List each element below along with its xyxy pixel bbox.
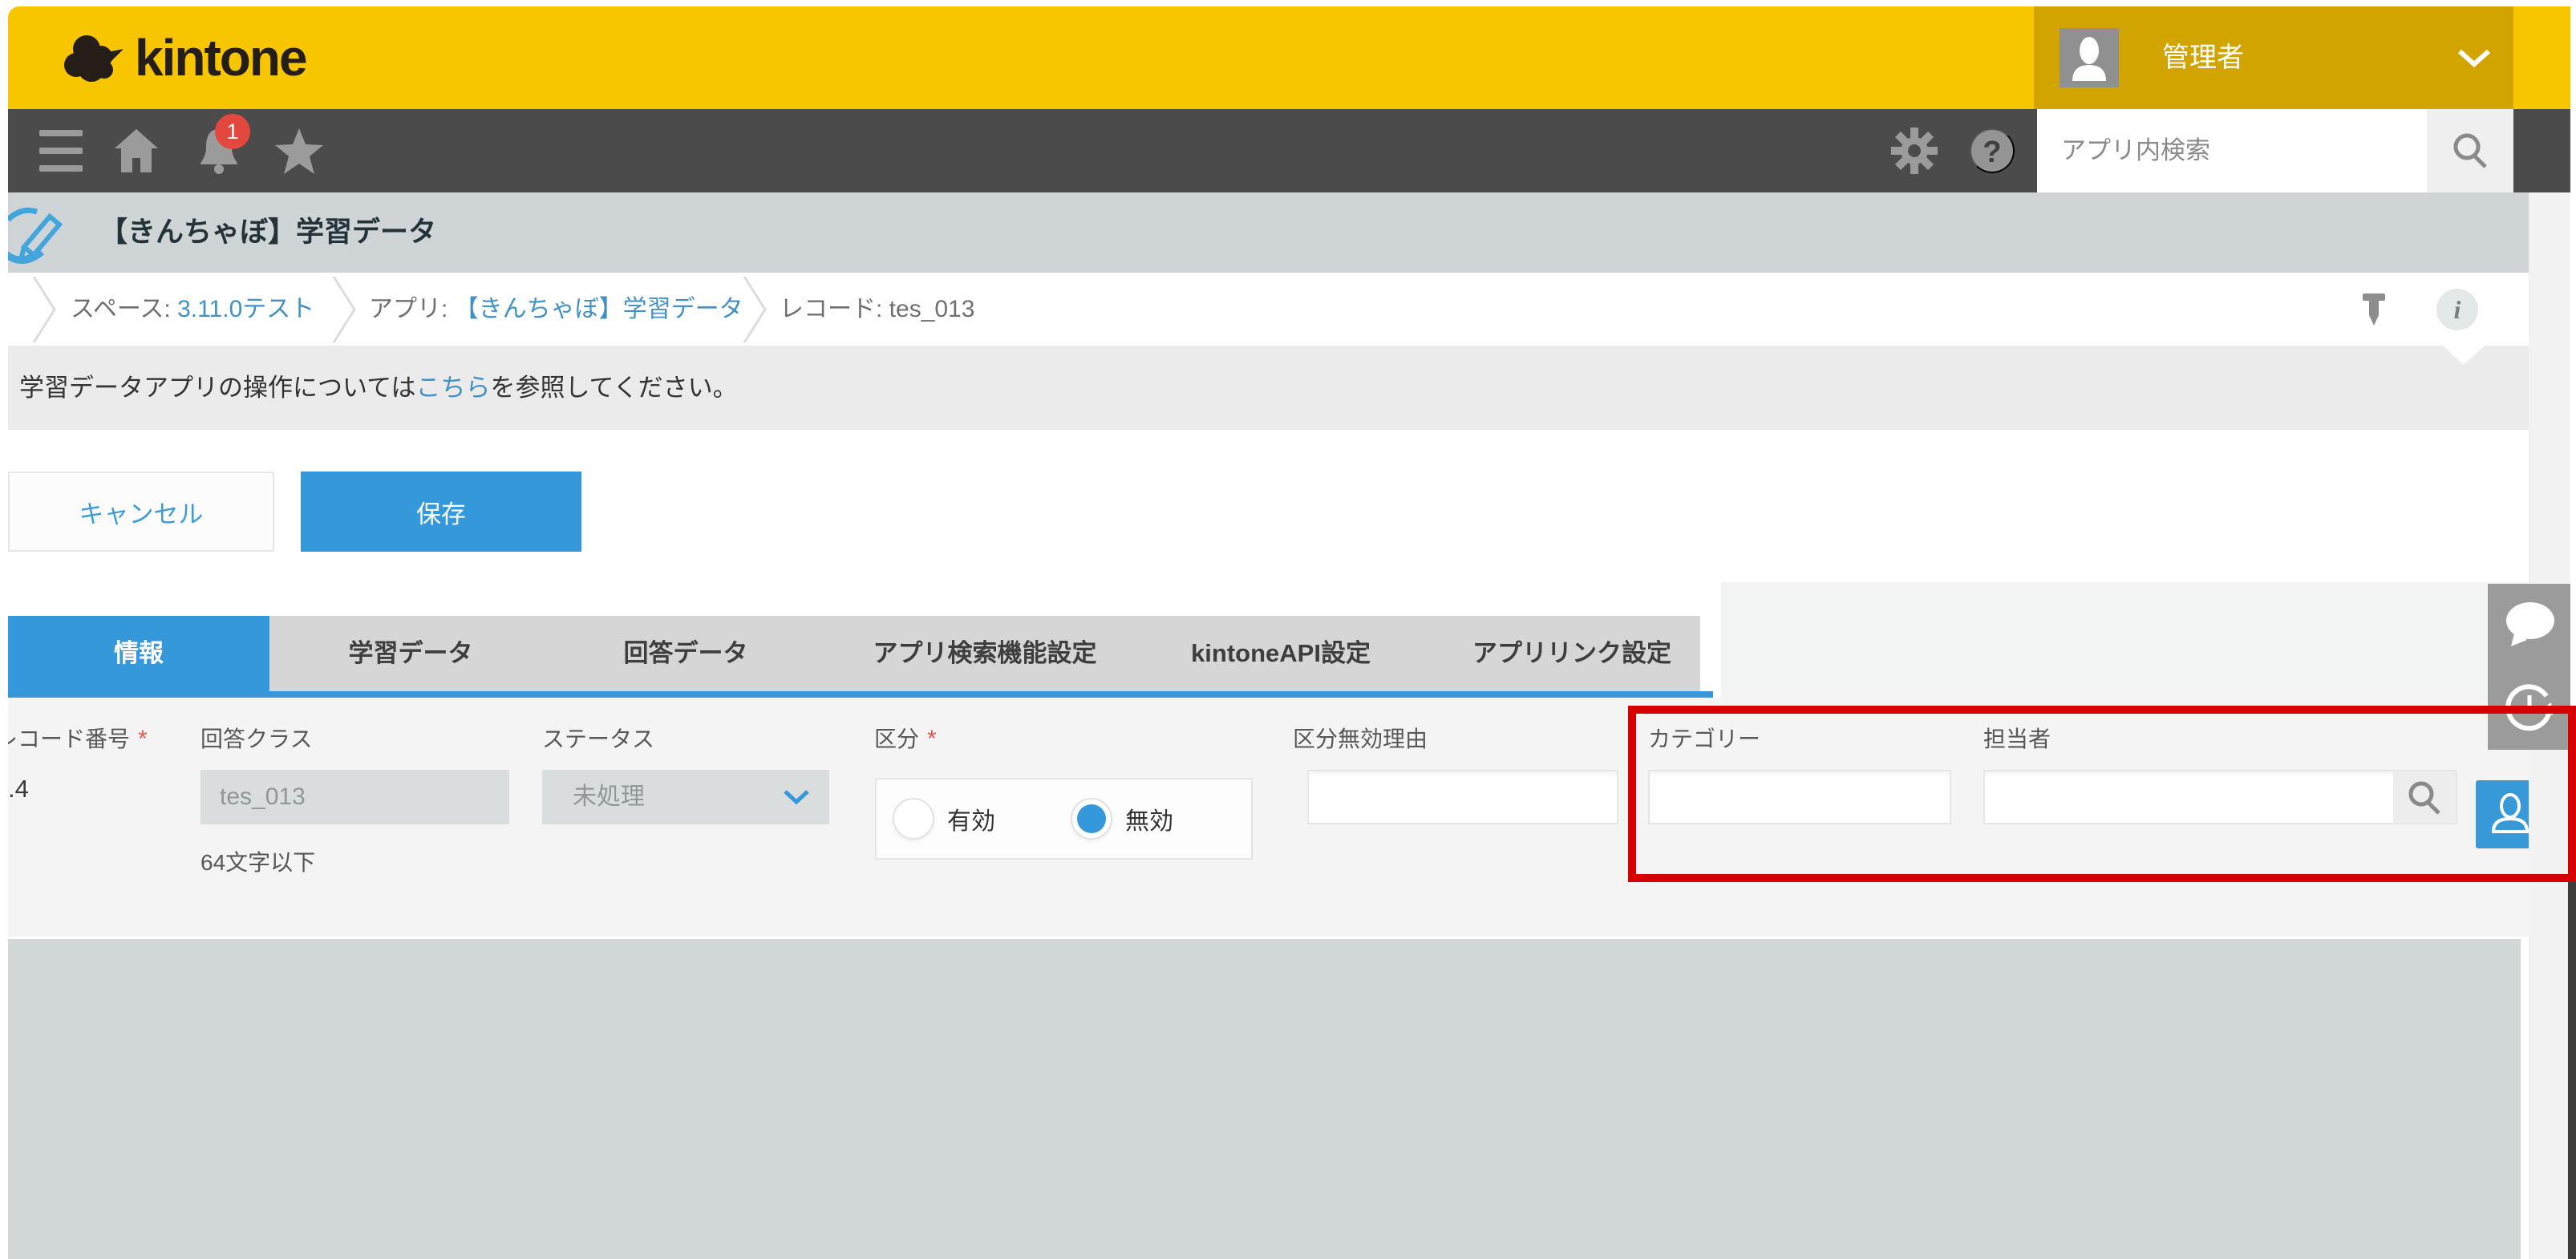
save-button[interactable]: 保存	[301, 472, 581, 552]
search-button[interactable]	[2427, 109, 2513, 192]
breadcrumb: スペース: 3.11.0テスト アプリ: 【きんちゃぼ】学習データ レコード: …	[8, 273, 2570, 346]
tab-active-underline	[8, 691, 1713, 698]
notice-link[interactable]: こちら	[415, 374, 490, 402]
main-navbar: 1 ?	[8, 109, 2570, 192]
kubun-reason-label: 区分無効理由	[1293, 722, 1428, 754]
answer-class-helper-text: 64文字以下	[200, 845, 315, 877]
user-menu[interactable]: 管理者	[2034, 6, 2513, 109]
kubun-label: 区分*	[874, 722, 937, 754]
info-icon[interactable]: i	[2436, 289, 2478, 330]
notice-callout-wedge	[2443, 346, 2485, 365]
chevron-down-icon	[783, 789, 810, 809]
tab-gakushu-data[interactable]: 学習データ	[314, 616, 507, 691]
window-edge	[2568, 882, 2576, 1259]
logo-text: kintone	[135, 28, 306, 87]
radio-muko-label: 無効	[1125, 801, 1173, 836]
status-select: 未処理	[542, 770, 829, 824]
cancel-button[interactable]: キャンセル	[8, 472, 274, 552]
home-icon[interactable]	[111, 109, 162, 192]
speech-bubble-icon	[2503, 600, 2556, 650]
radio-muko[interactable]	[1071, 798, 1112, 840]
user-name: 管理者	[2162, 6, 2244, 109]
notice-text: 学習データアプリの操作についてはこちらを参照してください。	[19, 346, 738, 430]
settings-gear-icon[interactable]	[1888, 109, 1941, 192]
notification-count-badge: 1	[215, 114, 250, 149]
kintone-logo[interactable]: kintone	[63, 6, 306, 109]
cloud-logo-icon	[63, 31, 125, 84]
kubun-radio-group: 有効 無効	[875, 778, 1253, 860]
breadcrumb-item-app: アプリ: 【きんちゃぼ】学習データ	[369, 273, 743, 346]
record-number-value: .4	[8, 775, 29, 804]
tab-app-search[interactable]: アプリ検索機能設定	[849, 616, 1121, 691]
tab-app-link[interactable]: アプリリンク設定	[1436, 616, 1708, 691]
app-pencil-icon	[8, 200, 74, 272]
radio-yuko-label: 有効	[947, 801, 995, 836]
status-label: ステータス	[542, 722, 654, 754]
form-background-extension	[1721, 582, 2570, 698]
breadcrumb-chevron-icon	[330, 277, 359, 346]
search-icon	[2450, 130, 2490, 172]
status-value: 未処理	[573, 770, 645, 824]
app-header: 【きんちゃぼ】学習データ	[8, 192, 2570, 273]
pin-icon[interactable]	[2356, 292, 2392, 327]
help-notice-bar: 学習データアプリの操作についてはこちらを参照してください。	[8, 346, 2570, 430]
page-title: 【きんちゃぼ】学習データ	[99, 192, 436, 273]
record-number-label: レコード番号*	[8, 722, 148, 754]
tab-info[interactable]: 情報	[8, 616, 269, 691]
comments-button[interactable]	[2488, 584, 2570, 666]
breadcrumb-link-space[interactable]: 3.11.0テスト	[177, 296, 314, 322]
help-icon[interactable]: ?	[1970, 128, 2015, 173]
avatar	[2060, 28, 2119, 87]
breadcrumb-item-record: レコード: tes_013	[780, 273, 974, 346]
favorites-star-icon[interactable]	[273, 109, 326, 192]
hamburger-menu-icon[interactable]	[36, 109, 86, 192]
tab-kaito-data[interactable]: 回答データ	[589, 616, 782, 691]
kubun-reason-input[interactable]	[1307, 770, 1618, 824]
search-input[interactable]	[2037, 109, 2427, 192]
breadcrumb-chevron-icon	[30, 277, 59, 346]
tab-kintone-api[interactable]: kintoneAPI設定	[1144, 616, 1417, 691]
highlight-annotation-box	[1628, 706, 2576, 882]
empty-content-region	[8, 939, 2521, 1259]
breadcrumb-item-space: スペース: 3.11.0テスト	[71, 273, 314, 346]
breadcrumb-chevron-icon	[741, 277, 770, 346]
top-header-bar: kintone 管理者	[8, 6, 2570, 109]
chevron-down-icon	[2457, 49, 2491, 72]
radio-yuko[interactable]	[893, 798, 934, 840]
breadcrumb-link-app[interactable]: 【きんちゃぼ】学習データ	[455, 296, 743, 322]
answer-class-label: 回答クラス	[200, 722, 312, 754]
answer-class-input	[200, 770, 509, 824]
